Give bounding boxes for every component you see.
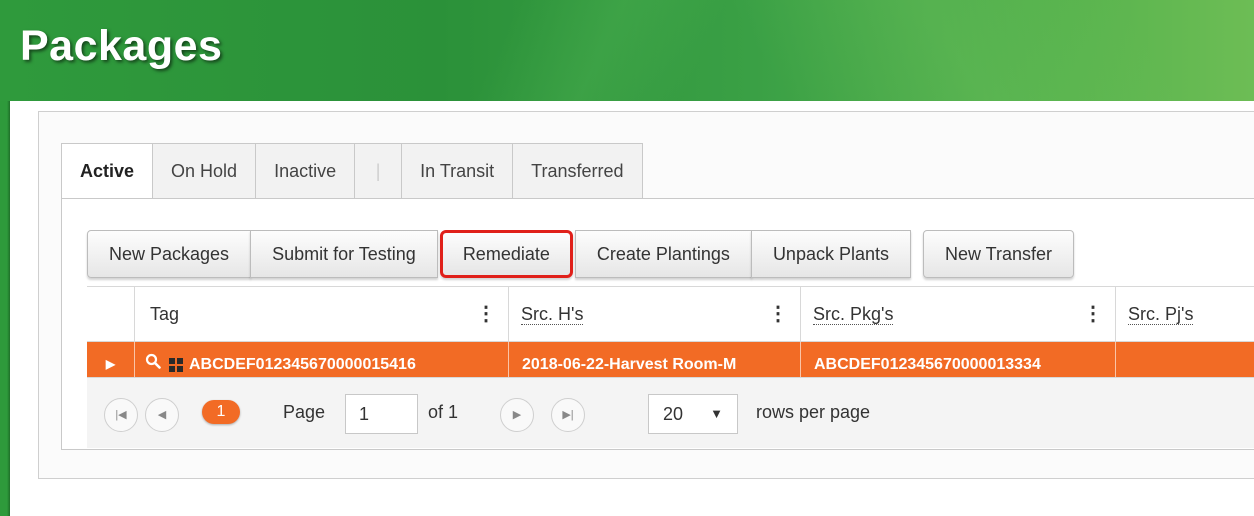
grid-icon[interactable] — [169, 357, 183, 372]
submit-for-testing-button[interactable]: Submit for Testing — [250, 230, 438, 278]
column-menu-icon[interactable]: ⋮ — [1083, 287, 1103, 341]
column-label-tag: Tag — [150, 304, 180, 324]
unpack-plants-button[interactable]: Unpack Plants — [750, 230, 911, 278]
tab-transferred[interactable]: Transferred — [512, 143, 643, 199]
chevron-down-icon: ▼ — [710, 406, 723, 421]
column-header-src-pkg[interactable]: Src. Pkg's ⋮ — [800, 287, 1115, 341]
column-header-src-pj[interactable]: Src. Pj's — [1115, 287, 1254, 341]
create-plantings-button[interactable]: Create Plantings — [574, 230, 752, 278]
page-header: Packages — [0, 0, 1254, 101]
expand-column-header — [87, 287, 134, 341]
action-toolbar: New Packages Submit for Testing Remediat… — [87, 230, 1075, 278]
remediate-button[interactable]: Remediate — [439, 230, 573, 278]
package-tabs: Active On Hold Inactive | In Transit Tra… — [61, 143, 643, 199]
page-number-input[interactable]: 1 — [345, 394, 418, 434]
tab-separator: | — [375, 161, 381, 181]
page-count-label: of 1 — [428, 402, 459, 422]
page-title: Packages — [20, 22, 223, 70]
tab-active[interactable]: Active — [61, 143, 154, 199]
column-menu-icon[interactable]: ⋮ — [768, 287, 788, 341]
rows-per-page-label: rows per page — [756, 402, 871, 422]
new-packages-button[interactable]: New Packages — [87, 230, 252, 278]
rows-per-page-value: 20 — [663, 404, 684, 424]
left-accent-stripe — [0, 101, 10, 516]
tab-inactive[interactable]: Inactive — [255, 143, 356, 199]
grid-header: Tag ⋮ Src. H's ⋮ Src. Pkg's ⋮ Src. Pj's — [87, 286, 1254, 342]
packages-grid: Tag ⋮ Src. H's ⋮ Src. Pkg's ⋮ Src. Pj's … — [87, 286, 1254, 387]
column-label-src-h: Src. H's — [521, 304, 584, 325]
first-page-icon[interactable]: |◀ — [104, 398, 138, 432]
rows-per-page-select[interactable]: 20 ▼ — [648, 394, 738, 434]
column-header-tag[interactable]: Tag ⋮ — [134, 287, 508, 341]
pager: |◀ ◀ 1 Page 1 of 1 ▶ ▶| 20 ▼ rows per pa… — [87, 377, 1254, 448]
column-menu-icon[interactable]: ⋮ — [476, 287, 496, 341]
current-page-badge[interactable]: 1 — [202, 400, 240, 424]
tab-blank[interactable]: | — [354, 143, 403, 199]
prev-page-icon[interactable]: ◀ — [145, 398, 179, 432]
tab-in-transit[interactable]: In Transit — [401, 143, 514, 199]
column-header-src-h[interactable]: Src. H's ⋮ — [508, 287, 800, 341]
last-page-icon[interactable]: ▶| — [551, 398, 585, 432]
new-transfer-button[interactable]: New Transfer — [923, 230, 1075, 278]
next-page-icon[interactable]: ▶ — [500, 398, 534, 432]
page-label: Page — [283, 402, 326, 422]
column-label-src-pj: Src. Pj's — [1128, 304, 1194, 325]
tab-on-hold[interactable]: On Hold — [152, 143, 257, 199]
column-label-src-pkg: Src. Pkg's — [813, 304, 894, 325]
